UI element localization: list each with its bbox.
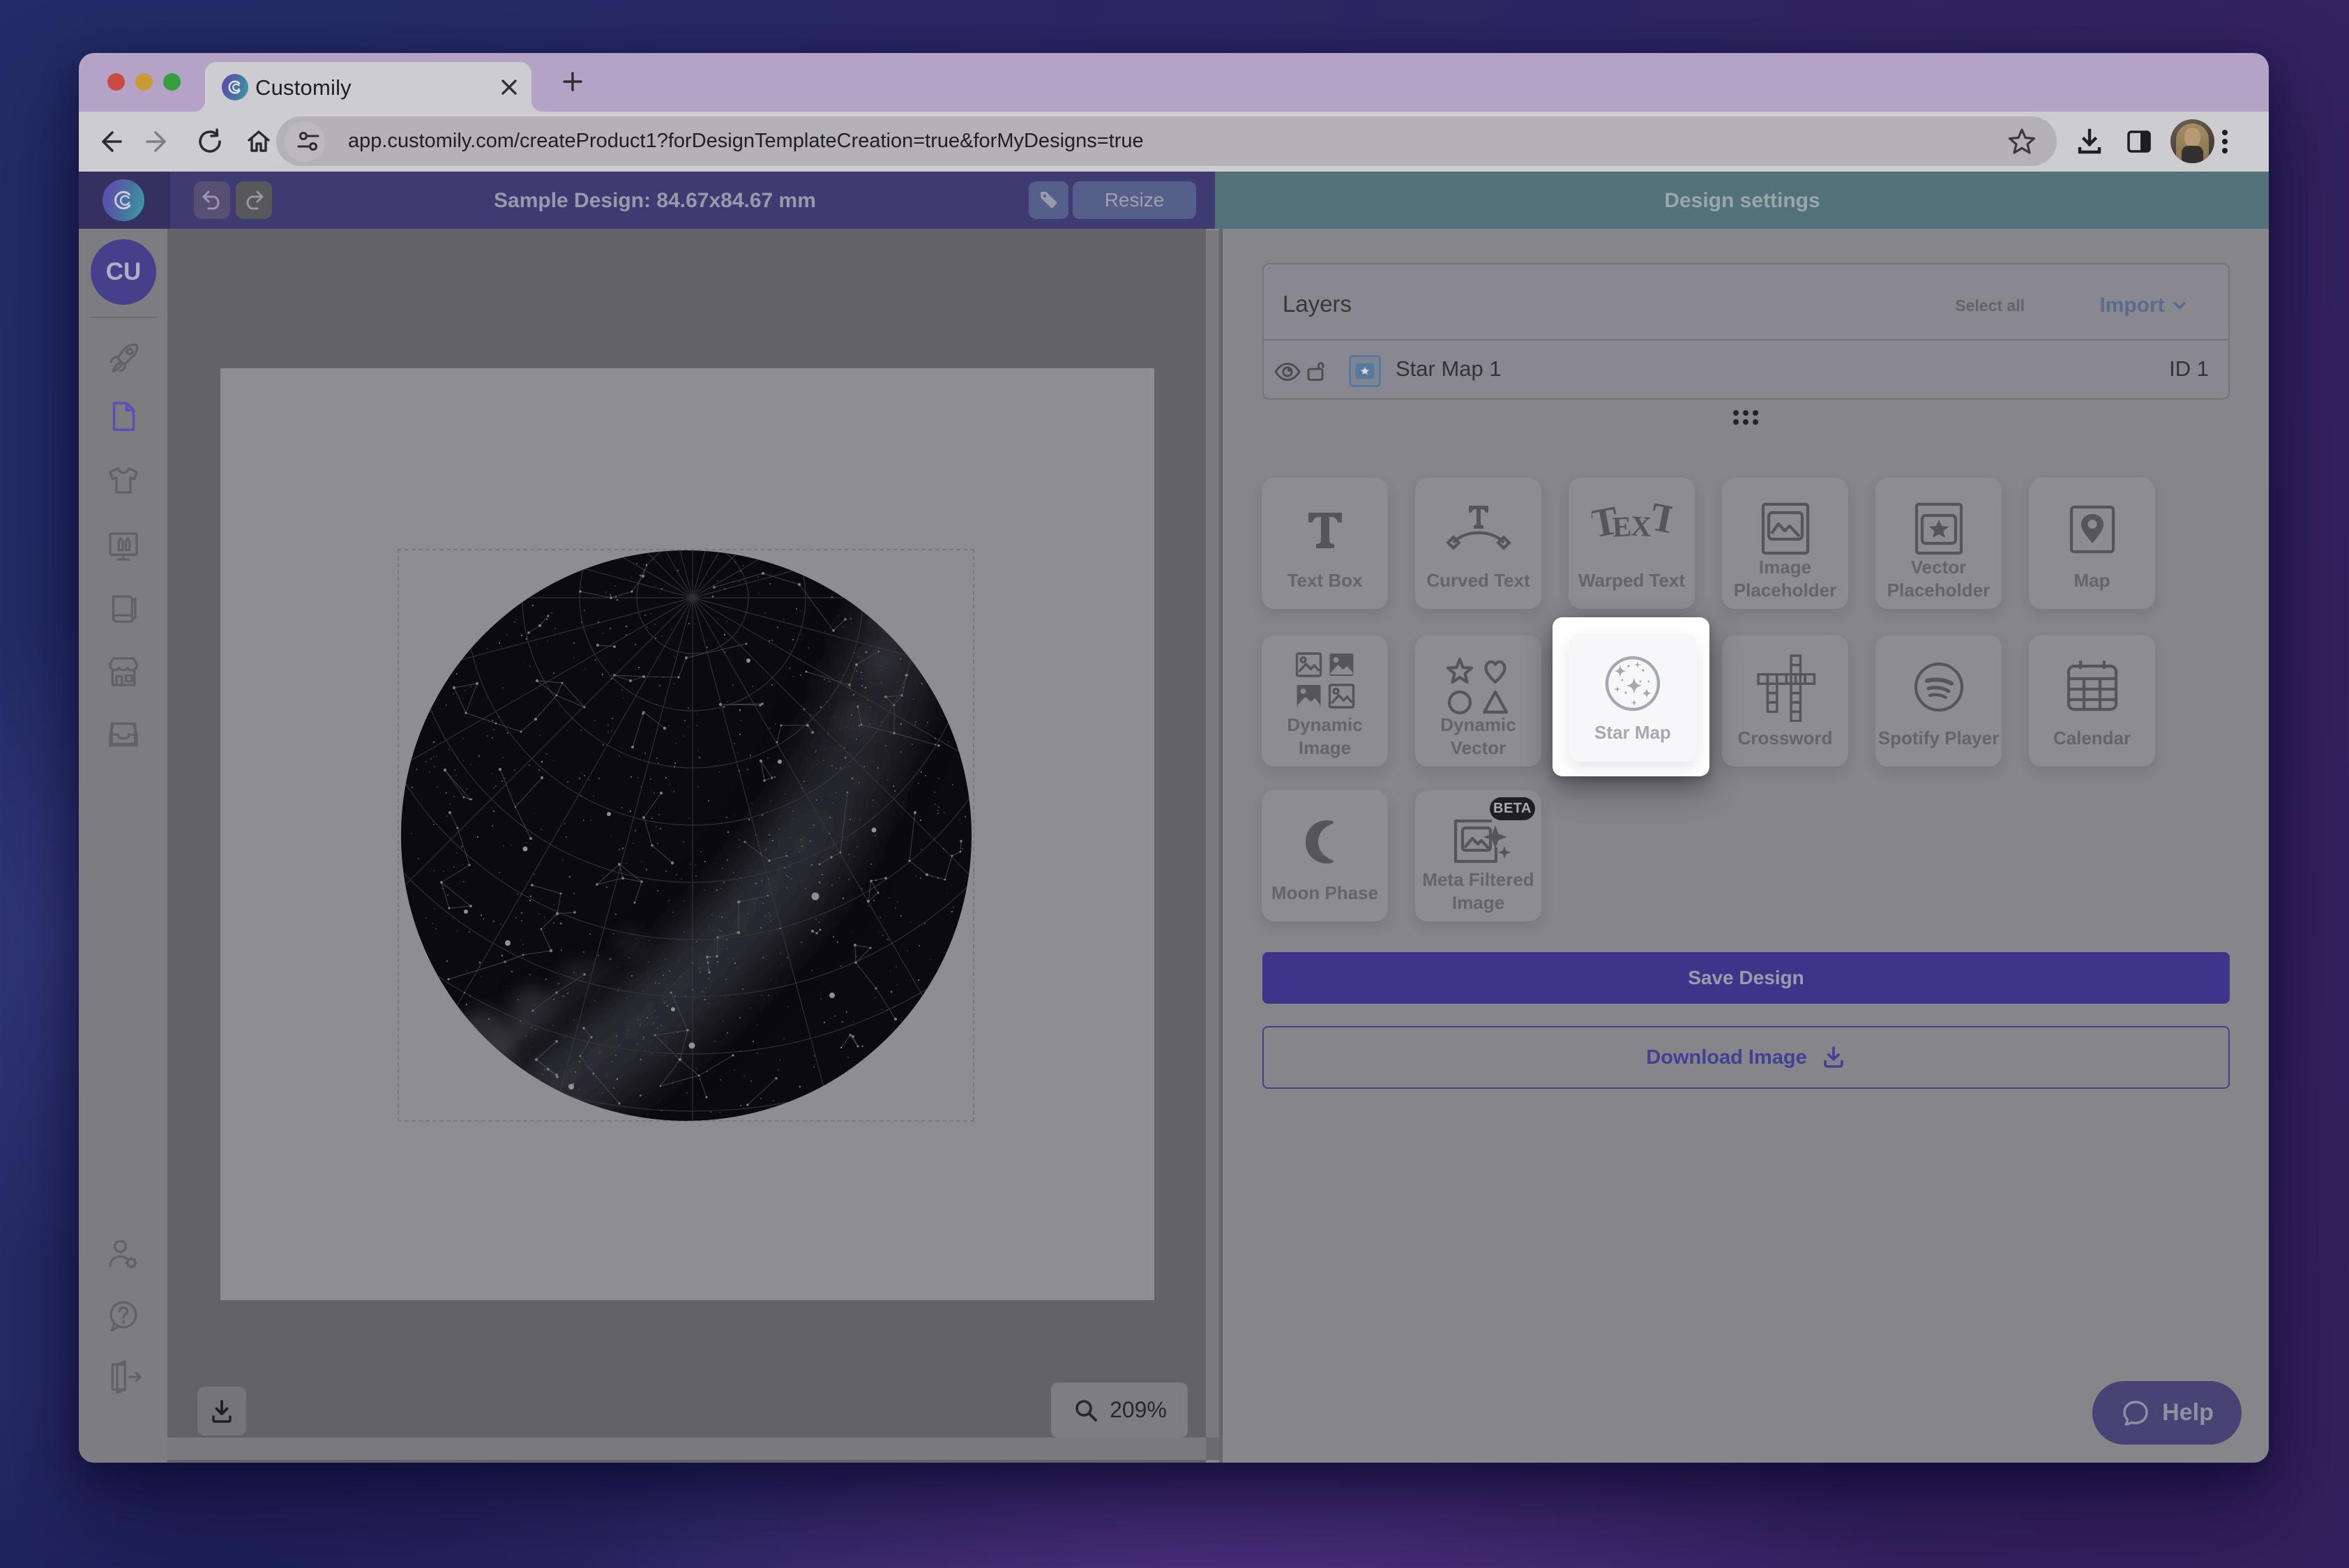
svg-text:T: T	[1647, 495, 1672, 543]
svg-text:E: E	[1611, 510, 1632, 543]
